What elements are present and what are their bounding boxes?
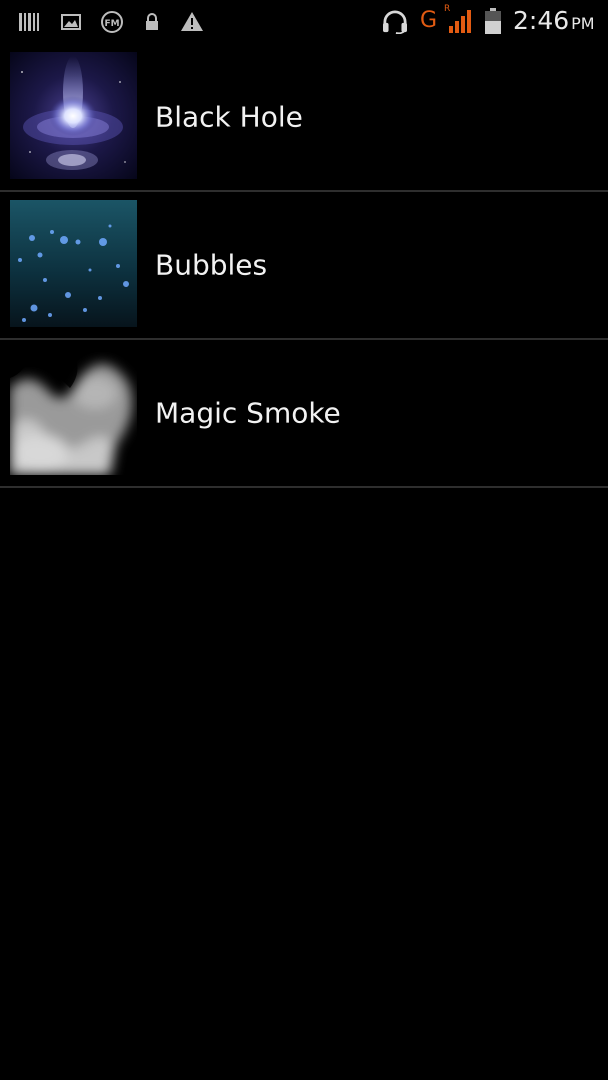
fm-radio-icon: FM [101, 11, 123, 33]
list-item-bubbles[interactable]: Bubbles [0, 192, 608, 340]
magic-smoke-thumbnail [10, 348, 137, 475]
list-item-label: Black Hole [155, 100, 303, 134]
list-item-magic-smoke[interactable]: Magic Smoke [0, 340, 608, 488]
clock-time: 2:46 [513, 6, 570, 35]
warning-icon [181, 12, 203, 31]
lock-icon [146, 13, 158, 30]
black-hole-thumbnail [10, 52, 137, 179]
clock-ampm: PM [571, 14, 595, 33]
clock: 2:46 PM [513, 6, 595, 36]
bubbles-thumbnail [10, 200, 137, 327]
status-bar: FM G R 2:46 PM [0, 0, 608, 44]
gallery-icon [61, 14, 81, 30]
barcode-icon [19, 13, 39, 31]
live-wallpaper-list: Black Hole Bubbles Magic Smoke [0, 44, 608, 488]
headset-icon [383, 10, 407, 34]
network-type-indicator: G [420, 8, 438, 33]
svg-text:FM: FM [104, 19, 119, 29]
list-item-label: Magic Smoke [155, 396, 341, 430]
list-item-label: Bubbles [155, 248, 268, 282]
signal-icon [449, 10, 471, 33]
battery-icon [485, 8, 501, 34]
list-item-black-hole[interactable]: Black Hole [0, 44, 608, 192]
